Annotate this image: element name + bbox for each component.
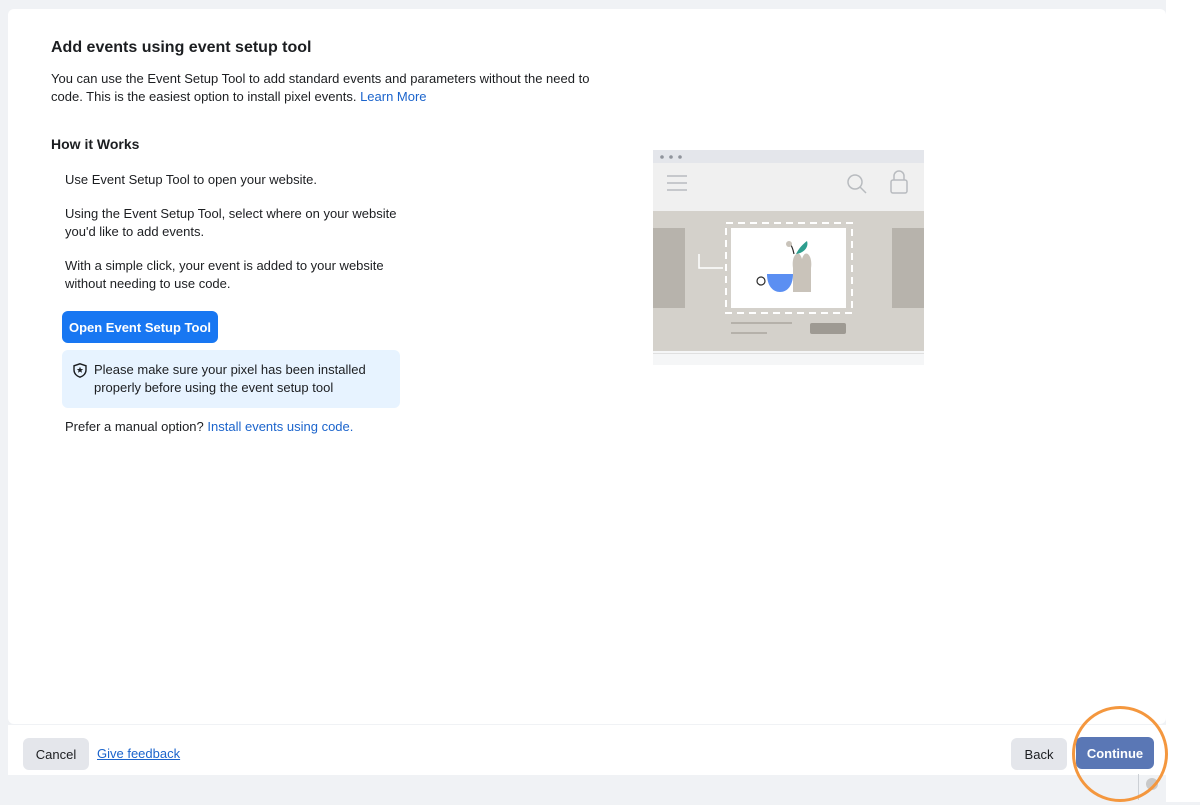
manual-option: Prefer a manual option? Install events u… — [65, 419, 353, 434]
globe-icon — [1146, 778, 1158, 790]
step-2: Using the Event Setup Tool, select where… — [65, 206, 397, 239]
back-button[interactable]: Back — [1011, 738, 1067, 770]
intro-text: You can use the Event Setup Tool to add … — [51, 71, 590, 104]
footer-bar: Cancel Give feedback Back Continue — [8, 725, 1166, 775]
step-3: With a simple click, your event is added… — [65, 258, 384, 291]
open-event-setup-tool-button[interactable]: Open Event Setup Tool — [62, 311, 218, 343]
browser-illustration — [653, 150, 924, 365]
install-events-code-link[interactable]: Install events using code. — [207, 419, 353, 434]
manual-prompt: Prefer a manual option? — [65, 419, 204, 434]
intro-paragraph: You can use the Event Setup Tool to add … — [51, 70, 591, 106]
shield-star-icon — [73, 363, 87, 378]
notice-text: Please make sure your pixel has been ins… — [94, 362, 366, 395]
cancel-button[interactable]: Cancel — [23, 738, 89, 770]
page-title: Add events using event setup tool — [51, 39, 312, 56]
corner-widget[interactable] — [1138, 774, 1164, 800]
give-feedback-link[interactable]: Give feedback — [97, 746, 180, 761]
how-it-works-title: How it Works — [51, 136, 140, 152]
step-1: Use Event Setup Tool to open your websit… — [65, 172, 317, 187]
footer-margin — [8, 775, 1166, 802]
right-edge-strip — [1166, 0, 1200, 802]
continue-button[interactable]: Continue — [1076, 737, 1154, 769]
pixel-notice: Please make sure your pixel has been ins… — [62, 350, 400, 408]
event-setup-panel: Add events using event setup tool You ca… — [8, 9, 1166, 724]
learn-more-link[interactable]: Learn More — [360, 89, 426, 104]
